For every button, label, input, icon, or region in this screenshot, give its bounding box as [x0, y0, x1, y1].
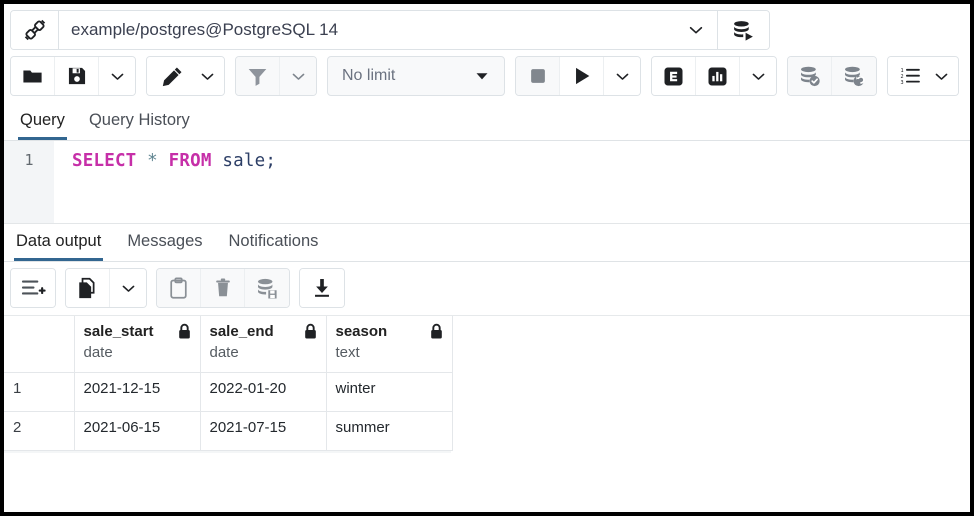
save-file-caret-button[interactable]	[99, 57, 135, 95]
row-limit-select[interactable]: No limit	[327, 56, 505, 96]
explain-analyze-button[interactable]	[696, 57, 740, 95]
output-tab-bar: Data output Messages Notifications	[4, 224, 970, 262]
lock-icon	[177, 323, 192, 340]
results-table: sale_start date sale_end	[4, 316, 453, 451]
execute-button-group	[515, 56, 641, 96]
paste-delete-group	[156, 268, 290, 308]
paste-button[interactable]	[157, 269, 201, 307]
cell-sale-start[interactable]: 2021-06-15	[74, 411, 200, 450]
explain-caret-button[interactable]	[740, 57, 776, 95]
grid-bottom-edge	[4, 451, 451, 453]
copy-caret-button[interactable]	[110, 269, 146, 307]
tab-query[interactable]: Query	[18, 106, 67, 140]
rollback-button[interactable]	[832, 57, 876, 95]
explain-button[interactable]	[652, 57, 696, 95]
connection-selector[interactable]: example/postgres@PostgreSQL 14	[10, 10, 770, 50]
open-file-button[interactable]	[11, 57, 55, 95]
row-number: 1	[4, 372, 74, 411]
add-row-group	[10, 268, 56, 308]
add-row-button[interactable]	[11, 269, 55, 307]
macros-caret-button[interactable]	[932, 57, 958, 95]
tab-data-output[interactable]: Data output	[14, 227, 103, 261]
editor-gutter: 1	[4, 141, 54, 223]
column-type: date	[84, 343, 192, 363]
line-number: 1	[4, 151, 54, 169]
execute-caret-button[interactable]	[604, 57, 640, 95]
query-tab-bar: Query Query History	[4, 104, 970, 141]
macros-button-group: 1 2 3	[887, 56, 959, 96]
download-group	[299, 268, 345, 308]
tab-notifications[interactable]: Notifications	[227, 227, 321, 261]
chevron-down-icon[interactable]	[675, 11, 717, 49]
column-header-sale-end[interactable]: sale_end date	[200, 316, 326, 372]
copy-group	[65, 268, 147, 308]
macros-button[interactable]: 1 2 3	[888, 57, 932, 95]
edit-caret-button[interactable]	[191, 57, 224, 95]
database-connect-icon[interactable]	[717, 11, 769, 49]
plug-connected-icon	[11, 11, 59, 49]
lock-icon	[303, 323, 318, 340]
cell-sale-end[interactable]: 2022-01-20	[200, 372, 326, 411]
filter-button[interactable]	[236, 57, 280, 95]
sql-keyword-select: SELECT	[72, 151, 136, 171]
sql-code[interactable]: SELECT * FROM sale;	[54, 141, 970, 223]
commit-button[interactable]	[788, 57, 832, 95]
stop-button[interactable]	[516, 57, 560, 95]
row-limit-value: No limit	[342, 67, 395, 85]
download-csv-button[interactable]	[300, 269, 344, 307]
sql-keyword-from: FROM	[169, 151, 212, 171]
edit-button-group	[146, 56, 225, 96]
cell-sale-end[interactable]: 2021-07-15	[200, 411, 326, 450]
sql-editor[interactable]: 1 SELECT * FROM sale;	[4, 141, 970, 224]
delete-button[interactable]	[201, 269, 245, 307]
execute-button[interactable]	[560, 57, 604, 95]
row-number: 2	[4, 411, 74, 450]
triangle-down-icon	[474, 68, 490, 84]
table-header-row: sale_start date sale_end	[4, 316, 452, 372]
sql-operator-star: *	[147, 151, 158, 171]
lock-icon	[429, 323, 444, 340]
copy-button[interactable]	[66, 269, 110, 307]
tab-query-history[interactable]: Query History	[87, 106, 192, 140]
column-header-season[interactable]: season text	[326, 316, 452, 372]
sql-identifier-table: sale;	[222, 151, 276, 171]
cell-season[interactable]: winter	[326, 372, 452, 411]
column-name: sale_start	[84, 323, 154, 342]
tab-messages[interactable]: Messages	[125, 227, 204, 261]
data-grid-toolbar	[4, 262, 970, 316]
column-name: season	[336, 323, 388, 342]
filter-button-group	[235, 56, 317, 96]
save-file-button[interactable]	[55, 57, 99, 95]
column-type: text	[336, 343, 444, 363]
table-row[interactable]: 1 2021-12-15 2022-01-20 winter	[4, 372, 452, 411]
save-data-changes-button[interactable]	[245, 269, 289, 307]
column-name: sale_end	[210, 323, 274, 342]
pgadmin-query-tool: example/postgres@PostgreSQL 14	[4, 4, 970, 512]
file-button-group	[10, 56, 136, 96]
explain-button-group	[651, 56, 777, 96]
query-toolbar: No limit	[4, 54, 970, 104]
connection-bar: example/postgres@PostgreSQL 14	[4, 4, 970, 54]
cell-season[interactable]: summer	[326, 411, 452, 450]
table-row[interactable]: 2 2021-06-15 2021-07-15 summer	[4, 411, 452, 450]
edit-button[interactable]	[147, 57, 191, 95]
data-grid: sale_start date sale_end	[4, 316, 970, 453]
column-header-sale-start[interactable]: sale_start date	[74, 316, 200, 372]
rownum-header	[4, 316, 74, 372]
transaction-button-group	[787, 56, 877, 96]
connection-value[interactable]: example/postgres@PostgreSQL 14	[59, 11, 675, 49]
cell-sale-start[interactable]: 2021-12-15	[74, 372, 200, 411]
svg-text:3: 3	[900, 80, 903, 86]
column-type: date	[210, 343, 318, 363]
filter-caret-button[interactable]	[280, 57, 316, 95]
